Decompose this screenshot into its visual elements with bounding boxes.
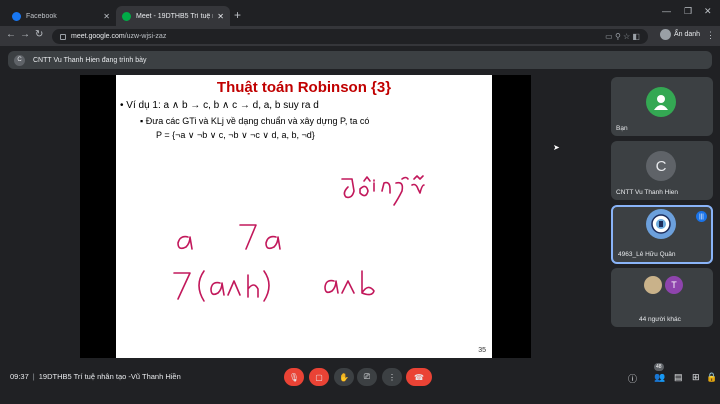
participant-tile-others[interactable]: T 44 người khác — [611, 268, 713, 327]
forward-icon[interactable]: → — [20, 29, 30, 40]
kebab-menu-icon[interactable]: ⋮ — [706, 30, 715, 41]
incognito-icon — [660, 29, 671, 40]
mic-off-button[interactable]: 🎙 — [284, 368, 304, 386]
participant-name: 44 người khác — [639, 316, 681, 323]
presenting-text: CNTT Vu Thanh Hien đang trình bày — [33, 56, 147, 64]
more-options-button[interactable]: ⋮ — [382, 368, 402, 386]
url-path: /uzw-wjsi-zaz — [124, 33, 167, 40]
speaking-indicator-icon: ||| — [696, 211, 707, 222]
handwriting-a-and-b — [324, 279, 339, 294]
chat-icon[interactable]: ▤ — [674, 372, 683, 383]
handwriting-doi-ngau — [341, 178, 355, 199]
lock-icon — [60, 33, 66, 40]
camera-off-button[interactable]: ▢ — [309, 368, 329, 386]
person-icon — [646, 87, 676, 117]
screen: Facebook ✕ Meet - 19DTHB5 Trí tuệ nhân t… — [0, 0, 720, 404]
tab-title: Meet - 19DTHB5 Trí tuệ nhân tạo — [136, 12, 213, 20]
participant-tile-you[interactable]: Bạn — [611, 77, 713, 136]
browser-toolbar: ← → ↻ meet.google.com /uzw-wjsi-zaz ▭ ⚲ … — [0, 26, 720, 46]
host-controls-icon[interactable]: 🔒 — [706, 372, 717, 383]
participant-name: CNTT Vu Thanh Hien — [616, 189, 679, 196]
people-icon[interactable]: 👥 — [654, 372, 665, 383]
facebook-icon — [12, 11, 21, 21]
people-count-badge: 48 — [654, 363, 664, 371]
incognito-profile[interactable]: Ẩn danh — [660, 29, 700, 40]
back-icon[interactable]: ← — [6, 29, 16, 40]
avatar: C — [646, 151, 676, 181]
url-domain: meet.google.com — [71, 33, 125, 40]
info-icon[interactable]: ⓘ — [628, 372, 637, 385]
plus-icon[interactable]: + — [234, 8, 241, 22]
meeting-time: 09:37 — [10, 372, 29, 381]
meet-icon — [122, 11, 131, 21]
meeting-info: 09:37 | 19DTHB5 Trí tuệ nhân tạo -Vũ Thanh… — [10, 372, 181, 381]
avatar: C — [14, 54, 25, 66]
hand-icon: ✋ — [339, 372, 349, 382]
minimize-icon[interactable]: — — [662, 6, 671, 16]
avatar: T — [665, 276, 683, 294]
tab-meet[interactable]: Meet - 19DTHB5 Trí tuệ nhân tạo ✕ — [116, 6, 230, 26]
activities-icon[interactable]: ⊞ — [692, 372, 700, 383]
raise-hand-button[interactable]: ✋ — [334, 368, 354, 386]
crest-icon — [646, 209, 676, 239]
meet-control-bar: 09:37 | 19DTHB5 Trí tuệ nhân tạo -Vũ Thanh… — [0, 360, 720, 404]
mic-off-icon: 🎙 — [288, 372, 300, 382]
presenting-banner: C CNTT Vu Thanh Hien đang trình bày — [8, 51, 712, 69]
present-button[interactable]: ⎚ — [357, 368, 377, 386]
participant-tile-presenter[interactable]: C CNTT Vu Thanh Hien — [611, 141, 713, 200]
phone-icon: ☎ — [414, 372, 424, 382]
more-icon: ⋮ — [388, 372, 396, 382]
omnibox-icons[interactable]: ▭ ⚲ ☆ ◧ — [605, 32, 640, 41]
participant-name: Bạn — [616, 125, 628, 132]
presentation-slide: Thuật toán Robinson {3} • Ví dụ 1: a ∧ b… — [116, 75, 492, 358]
handwriting-not-a-and-b — [173, 272, 191, 300]
participant-photo-icon — [644, 276, 662, 294]
mouse-cursor-icon: ➤ — [553, 143, 560, 152]
tab-title: Facebook — [26, 12, 57, 20]
present-icon: ⎚ — [363, 372, 371, 381]
profile-label: Ẩn danh — [674, 31, 701, 38]
maximize-icon[interactable]: ❐ — [684, 6, 692, 17]
browser-tab-strip: Facebook ✕ Meet - 19DTHB5 Trí tuệ nhân t… — [0, 0, 720, 26]
participant-tile-speaking[interactable]: ||| 4963_Lê Hữu Quân — [611, 205, 713, 264]
close-icon[interactable]: ✕ — [103, 12, 110, 21]
address-bar[interactable]: meet.google.com /uzw-wjsi-zaz ▭ ⚲ ☆ ◧ — [52, 29, 648, 44]
handwriting-annotations — [173, 175, 425, 302]
participant-name: 4963_Lê Hữu Quân — [618, 251, 676, 258]
hang-up-button[interactable]: ☎ — [406, 368, 432, 386]
handwriting-a — [177, 235, 193, 250]
window-close-icon[interactable]: ✕ — [704, 6, 712, 17]
handwriting-not-a — [239, 224, 257, 250]
close-icon[interactable]: ✕ — [217, 12, 224, 21]
reload-icon[interactable]: ↻ — [35, 29, 43, 40]
camera-off-icon: ▢ — [315, 372, 323, 382]
meeting-name: 19DTHB5 Trí tuệ nhân tạo -Vũ Thanh Hiền — [38, 372, 181, 381]
slide-page-number: 35 — [478, 347, 486, 354]
tab-facebook[interactable]: Facebook ✕ — [6, 6, 116, 26]
